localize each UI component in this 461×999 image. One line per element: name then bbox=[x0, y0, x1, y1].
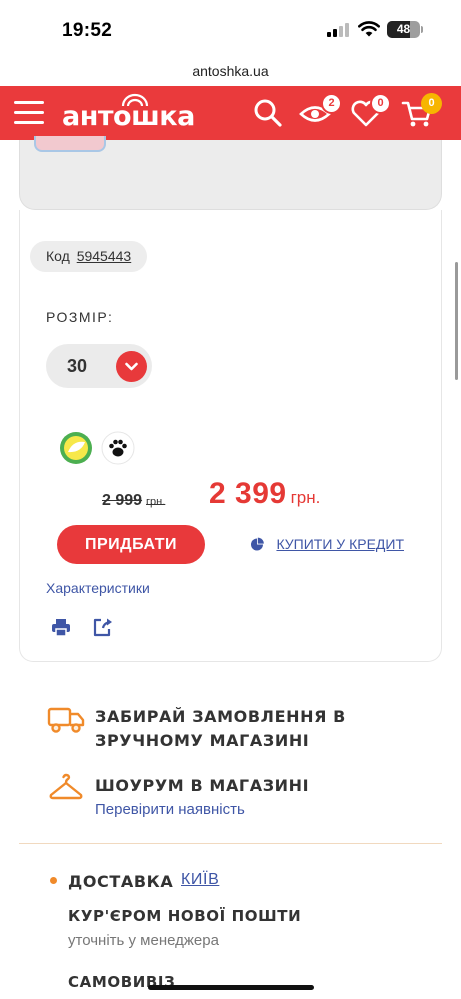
product-code-value: 5945443 bbox=[76, 248, 132, 264]
old-price-value: 2 999 bbox=[102, 492, 143, 509]
check-availability-link[interactable]: Перевірити наявність bbox=[95, 801, 245, 818]
truck-icon bbox=[47, 707, 85, 733]
current-price-currency: грн. bbox=[290, 488, 321, 507]
battery-icon: 48 bbox=[387, 21, 420, 38]
divider bbox=[19, 843, 442, 844]
showroom-title: ШОУРУМ В МАГАЗИНІ bbox=[95, 776, 310, 795]
old-price-currency: грн. bbox=[146, 496, 166, 508]
buy-on-credit-label: КУПИТИ У КРЕДИТ bbox=[276, 535, 404, 552]
cart-count-badge: 0 bbox=[421, 93, 442, 114]
status-bar: 19:52 48 bbox=[0, 0, 461, 56]
pickup-title-line2: ЗРУЧНОМУ МАГАЗИНІ bbox=[95, 731, 310, 750]
pie-chart-icon bbox=[251, 537, 264, 551]
site-logo[interactable]: антошка bbox=[62, 93, 202, 133]
wishlist-count-badge: 0 bbox=[370, 93, 391, 114]
battery-level: 48 bbox=[396, 22, 411, 36]
share-icon[interactable] bbox=[92, 616, 114, 638]
buy-button[interactable]: ПРИДБАТИ bbox=[57, 525, 205, 564]
delivery-title: ДОСТАВКА bbox=[68, 872, 174, 891]
print-icon[interactable] bbox=[50, 616, 72, 638]
product-gallery[interactable] bbox=[19, 136, 442, 210]
size-selected-value: 30 bbox=[67, 356, 88, 376]
size-select[interactable]: 30 bbox=[46, 344, 152, 388]
gallery-thumbnail[interactable] bbox=[34, 136, 106, 152]
characteristics-link[interactable]: Характеристики bbox=[46, 580, 150, 596]
courier-note: уточніть у менеджера bbox=[68, 932, 219, 949]
paw-icon bbox=[101, 431, 135, 465]
scrollbar[interactable] bbox=[455, 262, 458, 380]
current-price: 2 399 грн. bbox=[209, 477, 320, 511]
product-code: Код 5945443 bbox=[30, 241, 148, 272]
cellular-signal-icon bbox=[327, 23, 351, 37]
url-text: antoshka.ua bbox=[192, 63, 269, 79]
size-label: РОЗМІР: bbox=[46, 309, 114, 325]
home-indicator bbox=[148, 985, 314, 990]
delivery-bullet bbox=[50, 877, 57, 884]
search-icon[interactable] bbox=[251, 97, 285, 129]
courier-title: КУР'ЄРОМ НОВОЇ ПОШТИ bbox=[68, 907, 302, 925]
delivery-city-link[interactable]: КИЇВ bbox=[181, 871, 219, 889]
address-bar[interactable]: antoshka.ua bbox=[0, 56, 461, 86]
chevron-down-icon[interactable] bbox=[116, 351, 147, 382]
old-price: 2 999 грн. bbox=[102, 492, 165, 510]
eco-leaf-icon bbox=[60, 432, 92, 464]
site-header: антошка 2 0 0 bbox=[0, 86, 461, 140]
menu-icon[interactable] bbox=[14, 101, 44, 125]
hanger-icon bbox=[49, 773, 83, 800]
pickup-title-line1: ЗАБИРАЙ ЗАМОВЛЕННЯ В bbox=[95, 707, 346, 726]
buy-on-credit-link[interactable]: КУПИТИ У КРЕДИТ bbox=[250, 535, 404, 553]
logo-text: антошка bbox=[62, 101, 195, 132]
battery-tip bbox=[421, 26, 423, 33]
current-price-value: 2 399 bbox=[209, 477, 287, 510]
product-code-label: Код bbox=[46, 248, 70, 264]
wifi-icon bbox=[358, 21, 380, 37]
status-time: 19:52 bbox=[62, 20, 113, 41]
viewed-count-badge: 2 bbox=[321, 93, 342, 114]
